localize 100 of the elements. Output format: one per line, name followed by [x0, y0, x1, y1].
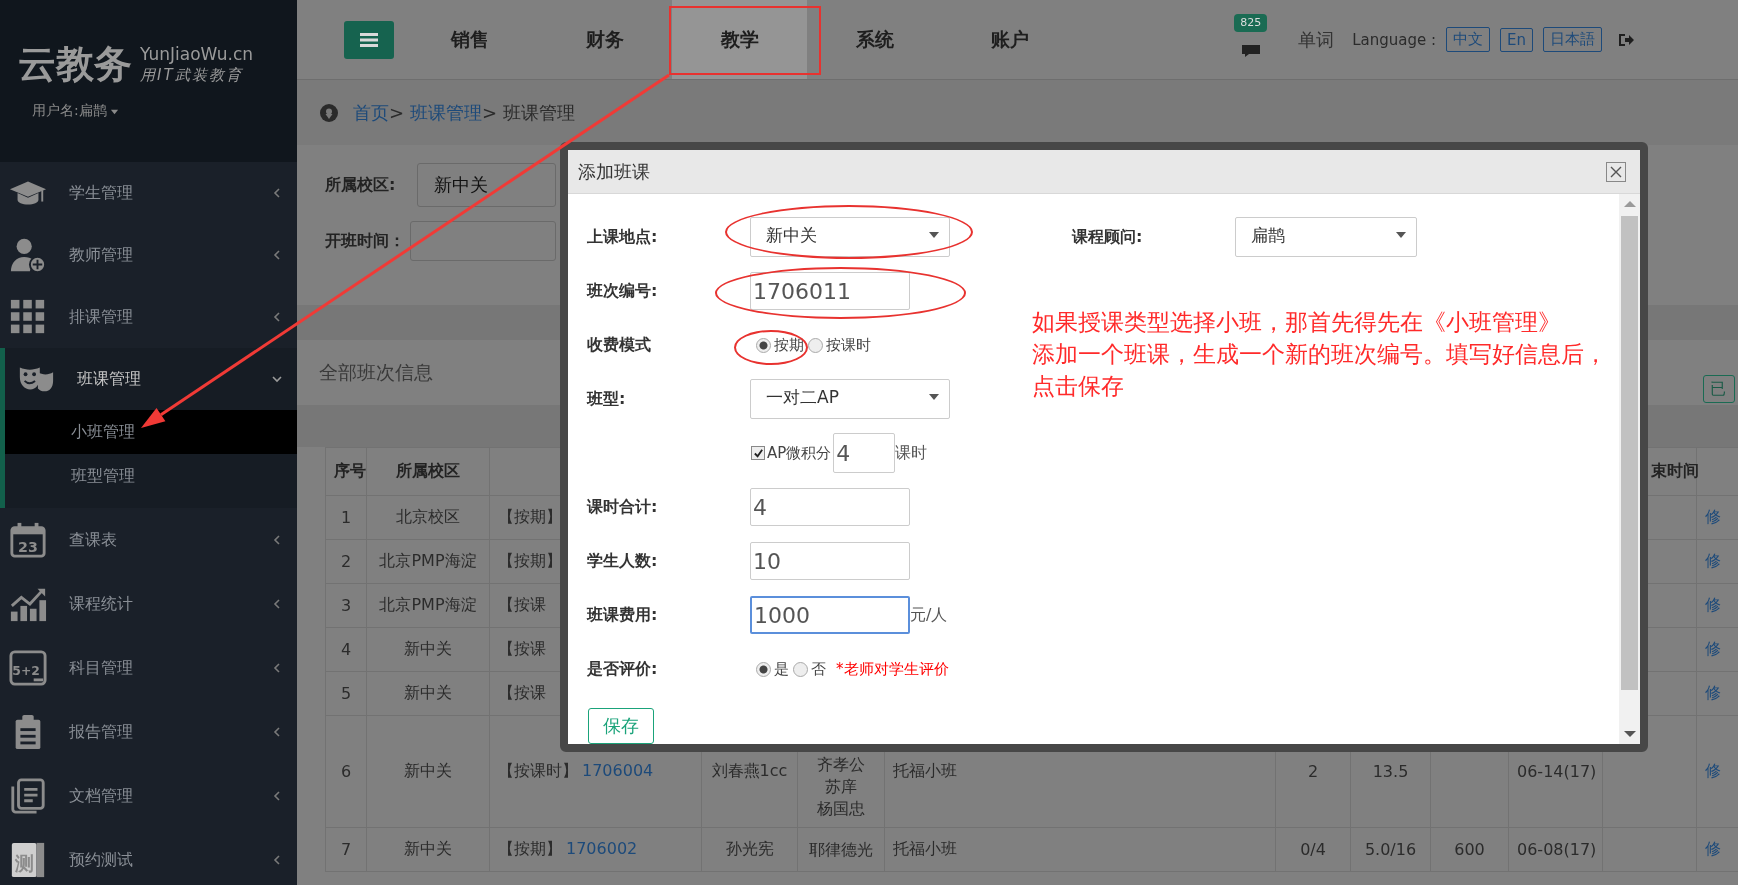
table-cell: 北京校区 — [396, 507, 460, 526]
class-mode: 【按课 — [498, 595, 546, 614]
annotation-text: 如果授课类型选择小班，那首先得先在《小班管理》 — [1032, 309, 1562, 337]
field-label: 学生人数: — [587, 550, 659, 572]
caret-icon — [929, 393, 939, 401]
user-menu[interactable]: 用户名:扁鹊 — [32, 102, 119, 120]
sidebar-item[interactable]: 文档管理 — [0, 764, 297, 828]
text-input[interactable]: 1000 — [750, 596, 910, 634]
language-label: Language : — [1352, 30, 1436, 49]
words-link[interactable]: 单词 — [1298, 27, 1335, 52]
message-count-badge: 825 — [1234, 13, 1268, 32]
radio-button[interactable] — [793, 661, 808, 677]
chevron-down-icon — [271, 373, 283, 385]
student-name: 耶律德光 — [808, 838, 874, 861]
filter-label: 所属校区: — [325, 174, 397, 196]
field-label: 课时合计: — [587, 496, 659, 518]
class-mode: 【按期】 — [498, 551, 562, 570]
grid-icon — [9, 298, 47, 336]
field-label: 是否评价: — [587, 658, 659, 680]
table-cell: 7 — [340, 840, 352, 859]
select-field[interactable]: 新中关 — [417, 163, 556, 207]
select-field[interactable]: 扁鹊 — [1235, 217, 1417, 257]
unit-label: 课时 — [895, 442, 928, 464]
breadcrumb-separator: > — [482, 102, 498, 123]
table-cell: 新中关 — [404, 683, 452, 702]
radio-button[interactable] — [756, 661, 771, 677]
field-label: 上课地点: — [587, 226, 659, 248]
text-input[interactable]: 4 — [750, 488, 910, 526]
table-cell: 4 — [340, 640, 352, 659]
table-cell: 6 — [340, 762, 352, 781]
sidebar-subitem[interactable]: 小班管理 — [5, 410, 297, 454]
date-field[interactable] — [410, 221, 556, 261]
sidebar-item[interactable]: 排课管理 — [0, 286, 297, 348]
radio-label: 是 — [774, 659, 789, 679]
filter-label: 开班时间： — [325, 230, 406, 252]
radio-button[interactable] — [808, 337, 823, 353]
table-cell: 新中关 — [404, 639, 452, 658]
sidebar-item[interactable]: 5+2 科目管理 — [0, 636, 297, 700]
radio-label: 按课时 — [826, 335, 871, 355]
unit-label: 元/人 — [910, 604, 948, 626]
text-input[interactable]: 10 — [750, 542, 910, 580]
class-mode: 【按期】 — [498, 839, 562, 858]
scroll-up-icon — [1623, 200, 1636, 208]
logo-text: 云教务 — [18, 41, 132, 88]
table-cell: 3 — [340, 596, 352, 615]
scrollbar[interactable] — [1619, 194, 1640, 744]
panel-title: 全部班次信息 — [319, 359, 433, 385]
chevron-left-icon — [271, 726, 283, 738]
chevron-left-icon — [271, 187, 283, 199]
chevron-left-icon — [271, 662, 283, 674]
chevron-left-icon — [271, 598, 283, 610]
chevron-left-icon — [271, 790, 283, 802]
select-field[interactable]: 新中关 — [750, 217, 950, 257]
breadcrumb-separator: > — [389, 102, 405, 123]
nav-tab[interactable]: 系统 — [807, 0, 942, 79]
save-button[interactable]: 保存 — [588, 708, 654, 744]
nav-tab[interactable]: 账户 — [942, 0, 1077, 79]
select-field[interactable]: 一对二AP — [750, 379, 950, 419]
chevron-left-icon — [271, 249, 283, 261]
sidebar-item[interactable]: 报告管理 — [0, 700, 297, 764]
caret-icon — [1396, 231, 1406, 239]
sidebar-item[interactable]: 测 预约测试 — [0, 828, 297, 885]
caret-icon — [929, 231, 939, 239]
table-cell: 5 — [340, 684, 352, 703]
class-mode: 【按课 — [498, 639, 546, 658]
hint-text: *老师对学生评价 — [836, 659, 949, 679]
table-cell: 600 — [1454, 840, 1485, 859]
class-mode: 【按期】 — [498, 507, 562, 526]
radio-button[interactable] — [756, 337, 771, 353]
field-label: 班次编号: — [587, 280, 659, 302]
menu-icon — [360, 32, 378, 47]
sidebar-item[interactable]: 23 查课表 — [0, 508, 297, 572]
breadcrumb-text: 班课管理 — [503, 100, 576, 125]
text-input[interactable]: 1706011 — [750, 272, 910, 310]
user-add-icon — [9, 236, 47, 274]
logo-slogan: 用IT武装教育 — [140, 65, 244, 86]
logout-icon — [1618, 32, 1634, 47]
table-cell: 孙光宪 — [725, 839, 774, 858]
nav-tab[interactable]: 销售 — [402, 0, 537, 79]
table-cell: 刘春燕1cc — [711, 761, 788, 780]
checkbox-label: AP微积分 — [767, 443, 832, 463]
number-input[interactable]: 4 — [833, 433, 896, 473]
field-label: 班型: — [587, 388, 627, 410]
field-label: 课程顾问: — [1070, 226, 1144, 248]
sidebar-subitem[interactable]: 班型管理 — [5, 454, 297, 498]
sidebar-item[interactable]: 课程统计 — [0, 572, 297, 636]
scroll-down-icon — [1623, 730, 1636, 738]
sidebar-item[interactable]: 班课管理 — [5, 348, 297, 410]
sidebar-item[interactable]: 教师管理 — [0, 224, 297, 286]
checkbox[interactable] — [751, 446, 765, 460]
table-cell: 托福小班 — [893, 761, 957, 780]
class-mode: 【按课时】 — [498, 761, 578, 780]
field-label: 收费模式 — [587, 334, 652, 356]
nav-tab[interactable]: 教学 — [672, 0, 807, 79]
close-button[interactable] — [1606, 161, 1626, 182]
chevron-left-icon — [271, 311, 283, 323]
sidebar-item[interactable]: 学生管理 — [0, 162, 297, 224]
menu-button[interactable] — [344, 20, 394, 59]
nav-tab[interactable]: 财务 — [537, 0, 672, 79]
class-mode: 【按课 — [498, 683, 546, 702]
